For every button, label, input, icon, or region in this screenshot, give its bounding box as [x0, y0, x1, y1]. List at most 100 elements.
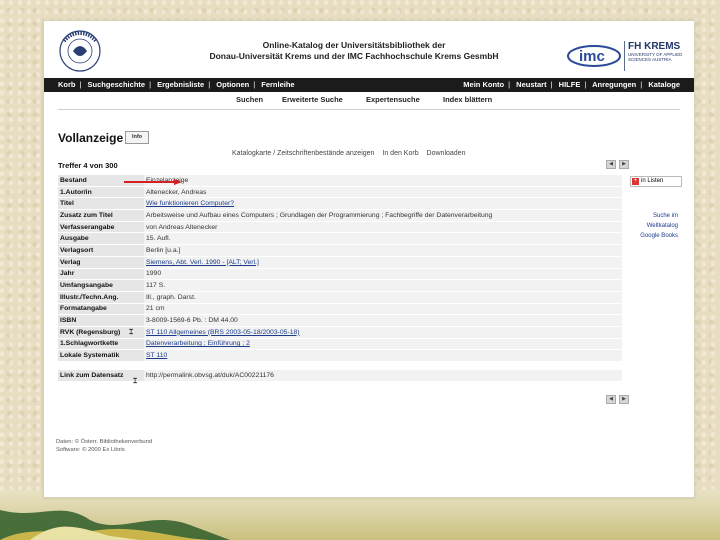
footer-line2: Software: © 2000 Ex Libris	[56, 447, 125, 453]
nav-ergebnisliste[interactable]: Ergebnisliste	[157, 80, 204, 89]
field-value: Arbeitsweise und Aufbau eines Computers …	[144, 209, 622, 222]
table-row: 1.Autor/in Altenecker, Andreas	[58, 186, 622, 199]
field-label: Umfangsangabe	[58, 279, 144, 292]
cursor-marker-icon-2: ⌶	[133, 378, 138, 385]
catalog-title-line2: Donau-Universität Krems und der IMC Fach…	[209, 51, 499, 61]
fh-krems-logo: FH KREMS UNIVERSITY OF APPLIED SCIENCES …	[624, 41, 690, 71]
field-value: Siemens, Abt. Verl. 1990 - [ALT; Verl.]	[144, 256, 622, 269]
field-value: 21 cm	[144, 303, 622, 316]
nav-hilfe[interactable]: HILFE	[559, 80, 581, 89]
table-row: Verlag Siemens, Abt. Verl. 1990 - [ALT; V…	[58, 256, 622, 269]
catalog-title: Online-Katalog der Universitätsbibliothe…	[184, 40, 524, 62]
field-value-link[interactable]: ST 110 Allgemeines (BRS 2003-05-18/2003-…	[146, 329, 300, 336]
field-label: Verlag	[58, 256, 144, 269]
katalogkarte-link[interactable]: Katalogkarte / Zeitschriftenbestände anz…	[232, 150, 374, 157]
plus-icon: +	[632, 178, 639, 185]
table-row: Formatangabe 21 cm	[58, 303, 622, 316]
table-row: Umfangsangabe 117 S.	[58, 279, 622, 292]
field-value-link[interactable]: ST 110	[146, 352, 167, 359]
nav-optionen[interactable]: Optionen	[216, 80, 249, 89]
weltkatalog-link[interactable]: Suche im Weltkatalog	[632, 211, 678, 231]
field-label: Jahr	[58, 268, 144, 281]
subnav-expertensuche[interactable]: Expertensuche	[366, 95, 420, 104]
imc-logo: imc	[567, 45, 621, 67]
table-row: 1.Schlagwortkette Datenverarbeitung ; Ein…	[58, 338, 622, 351]
field-value: Wie funktionieren Computer?	[144, 197, 622, 211]
nav-anregungen[interactable]: Anregungen	[592, 80, 636, 89]
side-links: Suche im Weltkatalog Google Books	[632, 211, 678, 241]
nav-fernleihe[interactable]: Fernleihe	[261, 80, 294, 89]
table-row	[58, 361, 622, 370]
sub-nav: Suchen Erweiterte Suche Expertensuche In…	[44, 95, 694, 107]
next-record-icon[interactable]: ▶	[619, 160, 629, 169]
field-value-link[interactable]: Siemens, Abt. Verl. 1990 - [ALT; Verl.]	[146, 259, 259, 266]
prev-record-icon-bottom[interactable]: ◀	[606, 395, 616, 404]
field-label: Formatangabe	[58, 303, 144, 316]
fh-krems-logo-title: FH KREMS	[628, 41, 681, 52]
nav-suchgeschichte[interactable]: Suchgeschichte	[88, 80, 146, 89]
subnav-erweiterte-suche[interactable]: Erweiterte Suche	[282, 95, 343, 104]
info-button[interactable]: Info	[125, 131, 149, 144]
field-value: ST 110 Allgemeines (BRS 2003-05-18/2003-…	[144, 326, 622, 339]
record-pager-bottom: ◀ ▶	[606, 395, 629, 404]
add-to-list-box[interactable]: + in Listen	[630, 176, 682, 187]
table-row: Illustr./Techn.Ang. Ill., graph. Darst.	[58, 291, 622, 304]
field-value: 1990	[144, 268, 622, 281]
nav-korb[interactable]: Korb	[58, 80, 76, 89]
field-value-link[interactable]: Datenverarbeitung ; Einführung ; 2	[146, 340, 250, 347]
hit-counter: Treffer 4 von 300	[58, 161, 118, 170]
field-value: von Andreas Altenecker	[144, 221, 622, 234]
red-arrow-icon	[124, 179, 182, 185]
table-row: Verfasserangabe von Andreas Altenecker	[58, 221, 622, 234]
prev-record-icon[interactable]: ◀	[606, 160, 616, 169]
field-value: Berlin [u.a.]	[144, 244, 622, 257]
footer-line1: Daten: © Österr. Bibliothekenverbund	[56, 439, 153, 445]
page-title: Vollanzeige	[58, 131, 124, 145]
field-value: 3-8009-1569-6 Pb. : DM 44.00	[144, 314, 622, 327]
table-row: Lokale Systematik ST 110	[58, 349, 622, 362]
field-value-link[interactable]: Wie funktionieren Computer?	[146, 200, 234, 207]
in-den-korb-link[interactable]: In den Korb	[382, 150, 418, 157]
divider	[58, 109, 680, 110]
table-row: ISBN 3-8009-1569-6 Pb. : DM 44.00	[58, 314, 622, 327]
nav-neustart[interactable]: Neustart	[516, 80, 546, 89]
field-value	[144, 361, 622, 370]
footer: Daten: © Österr. Bibliothekenverbund Sof…	[56, 438, 152, 454]
field-value: Einzelanzeige	[144, 175, 622, 187]
field-value: ST 110	[144, 349, 622, 362]
next-record-icon-bottom[interactable]: ▶	[619, 395, 629, 404]
catalog-title-line1: Online-Katalog der Universitätsbibliothe…	[262, 40, 446, 50]
subnav-index-blaettern[interactable]: Index blättern	[443, 95, 492, 104]
donau-university-logo	[59, 30, 101, 72]
nav-kataloge[interactable]: Kataloge	[648, 80, 680, 89]
field-label: Titel	[58, 197, 144, 211]
field-label: Zusatz zum Titel	[58, 209, 144, 222]
field-label: Verlagsort	[58, 244, 144, 257]
field-value: 117 S.	[144, 279, 622, 292]
table-row: Verlagsort Berlin [u.a.]	[58, 244, 622, 257]
field-value: Datenverarbeitung ; Einführung ; 2	[144, 338, 622, 351]
downloaden-link[interactable]: Downloaden	[427, 150, 466, 157]
google-books-link[interactable]: Google Books	[632, 231, 678, 241]
field-label: ISBN	[58, 314, 144, 327]
field-label: 1.Autor/in	[58, 186, 144, 199]
field-label: 1.Schlagwortkette	[58, 338, 144, 351]
add-to-list-label: in Listen	[641, 178, 664, 184]
field-value: 15. Aufl.	[144, 232, 622, 246]
fh-krems-logo-sub2: SCIENCES AUSTRIA	[628, 57, 672, 62]
field-label	[58, 361, 144, 370]
field-value: Ill., graph. Darst.	[144, 291, 622, 304]
nav-mein-konto[interactable]: Mein Konto	[463, 80, 504, 89]
field-value: Altenecker, Andreas	[144, 186, 622, 199]
catalog-header: Online-Katalog der Universitätsbibliothe…	[44, 21, 694, 76]
nav-left: Korb | Suchgeschichte | Ergebnisliste | Opt…	[58, 80, 295, 89]
imc-logo-text: imc	[579, 48, 605, 65]
field-label: Ausgabe	[58, 232, 144, 246]
cursor-marker-icon: ⌶	[129, 329, 134, 336]
main-nav-bar: Korb | Suchgeschichte | Ergebnisliste | Opt…	[44, 78, 694, 92]
subnav-suchen[interactable]: Suchen	[236, 95, 263, 104]
table-row: Ausgabe 15. Aufl.	[58, 232, 622, 246]
table-row: RVK (Regensburg) ST 110 Allgemeines (BRS …	[58, 326, 622, 339]
field-label: Verfasserangabe	[58, 221, 144, 234]
record-table: Bestand Einzelanzeige 1.Autor/in Altenecker…	[58, 175, 622, 382]
